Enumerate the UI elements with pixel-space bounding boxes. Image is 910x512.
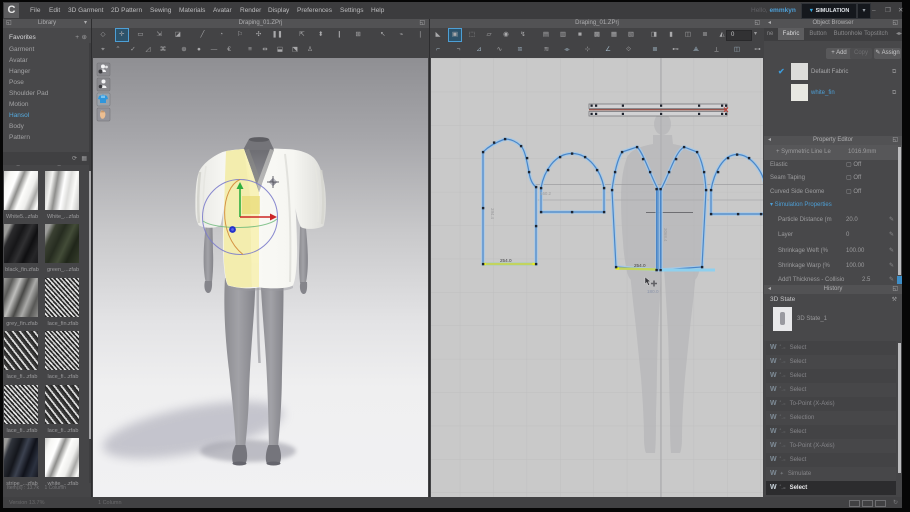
svg-text:394.4: 394.4 <box>490 208 495 220</box>
svg-text:160.2: 160.2 <box>540 191 552 196</box>
svg-text:180.0: 180.0 <box>647 289 659 294</box>
svg-text:3068.4: 3068.4 <box>663 228 668 242</box>
svg-text:254.0: 254.0 <box>634 263 646 268</box>
svg-text:254.0: 254.0 <box>500 258 512 263</box>
